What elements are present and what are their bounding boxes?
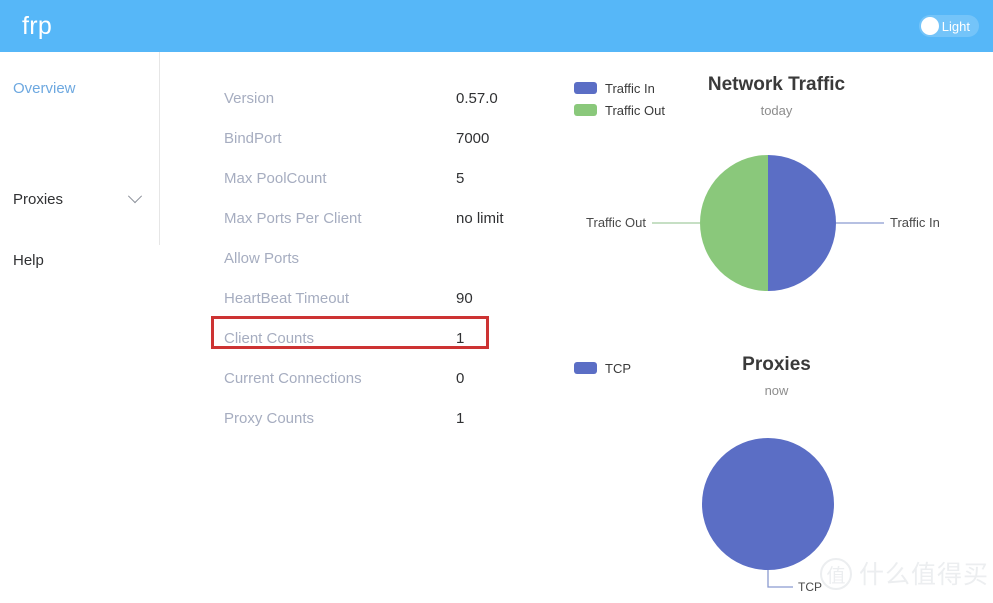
table-row: Max Ports Per Client no limit <box>224 198 524 238</box>
row-value: no limit <box>456 209 504 227</box>
pie-label-tcp: TCP <box>798 580 822 594</box>
network-traffic-pie-svg: Traffic In Traffic Out <box>586 155 940 291</box>
row-value: 1 <box>456 329 465 347</box>
row-value: 90 <box>456 289 473 307</box>
theme-toggle[interactable]: Light <box>918 15 979 37</box>
network-traffic-chart: Network Traffic today Traffic In Traffic… <box>560 66 993 326</box>
row-value: 7000 <box>456 129 490 147</box>
sidebar-item-label: Proxies <box>13 190 64 208</box>
row-label: Allow Ports <box>224 249 300 267</box>
row-value: 5 <box>456 169 465 187</box>
app-header: frp Light <box>0 0 993 52</box>
pie-slice-traffic-in[interactable] <box>768 155 836 291</box>
server-info-table: Version 0.57.0 BindPort 7000 Max PoolCou… <box>224 78 524 438</box>
row-label: Max PoolCount <box>224 169 327 187</box>
row-label: Max Ports Per Client <box>224 209 362 227</box>
proxies-chart: Proxies now TCP TCP <box>560 346 993 603</box>
row-label: Current Connections <box>224 369 362 387</box>
row-label: Client Counts <box>224 329 315 347</box>
pie-slice-tcp[interactable] <box>702 438 834 570</box>
row-value: 0 <box>456 369 465 387</box>
sidebar-item-label: Overview <box>13 79 76 97</box>
sidebar-item-label: Help <box>13 251 44 269</box>
table-row: BindPort 7000 <box>224 118 524 158</box>
row-value: 1 <box>456 409 465 427</box>
table-row: Proxy Counts 1 <box>224 398 524 438</box>
app-logo: frp <box>22 11 53 40</box>
proxies-pie-svg: TCP <box>702 438 834 594</box>
table-row: Allow Ports <box>224 238 524 278</box>
sidebar: Overview Proxies Help <box>0 52 160 269</box>
sidebar-item-proxies[interactable]: Proxies <box>0 186 160 212</box>
table-row: Version 0.57.0 <box>224 78 524 118</box>
pie-label-traffic-out: Traffic Out <box>586 215 646 230</box>
row-label: BindPort <box>224 129 282 147</box>
pie-label-traffic-in: Traffic In <box>890 215 940 230</box>
row-value: 0.57.0 <box>456 89 498 107</box>
sidebar-item-overview[interactable]: Overview <box>0 75 160 101</box>
toggle-knob-icon <box>920 17 939 35</box>
row-label: Version <box>224 89 275 107</box>
leader-line-tcp <box>767 570 793 588</box>
chevron-down-icon <box>127 189 143 204</box>
table-row-client-counts: Client Counts 1 <box>224 318 524 358</box>
sidebar-item-help[interactable]: Help <box>0 247 160 273</box>
table-row: Current Connections 0 <box>224 358 524 398</box>
table-row: HeartBeat Timeout 90 <box>224 278 524 318</box>
row-label: Proxy Counts <box>224 409 315 427</box>
pie-slice-traffic-out[interactable] <box>700 155 768 291</box>
table-row: Max PoolCount 5 <box>224 158 524 198</box>
row-label: HeartBeat Timeout <box>224 289 350 307</box>
theme-toggle-label: Light <box>941 18 970 34</box>
